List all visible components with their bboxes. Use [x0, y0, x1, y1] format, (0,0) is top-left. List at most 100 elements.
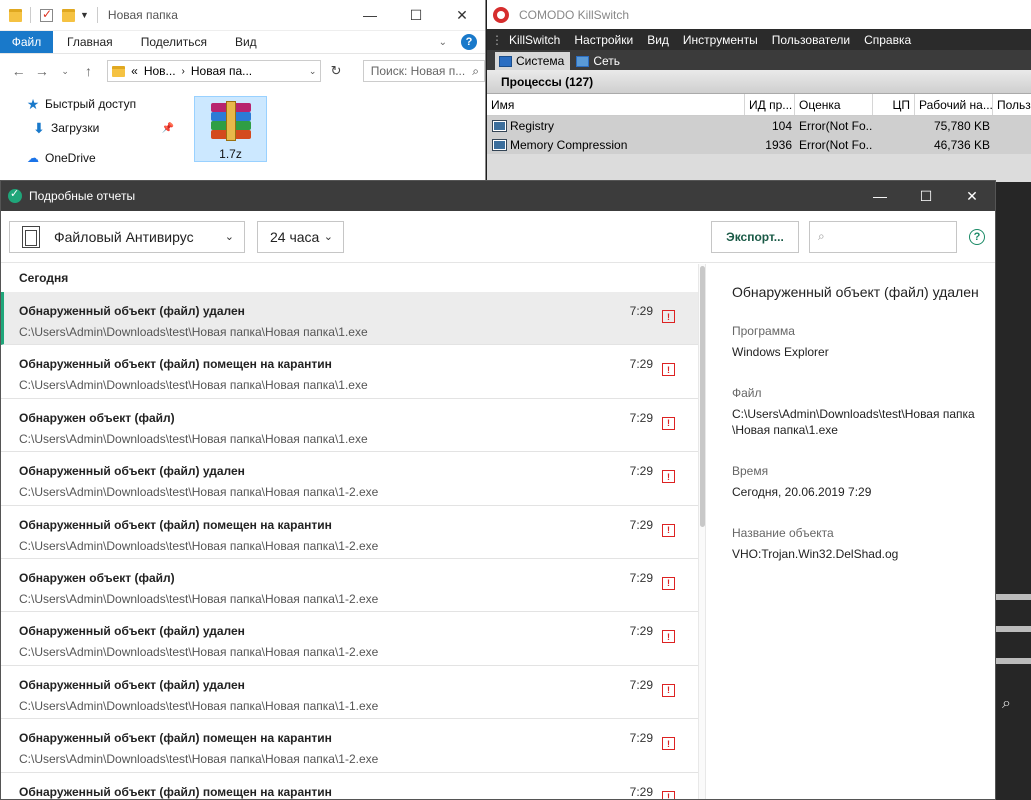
tab-label: Сеть — [593, 54, 621, 68]
close-button[interactable]: ✕ — [949, 181, 995, 211]
event-list: Сегодня Обнаруженный объект (файл) удале… — [1, 264, 698, 799]
refresh-icon[interactable]: ↻ — [327, 63, 344, 79]
menu-item-killswitch[interactable]: KillSwitch — [509, 33, 560, 47]
tab-system[interactable]: Система — [495, 52, 571, 70]
maximize-button[interactable]: ☐ — [903, 181, 949, 211]
process-working-set: 46,736 KB — [933, 137, 990, 152]
back-arrow-icon[interactable]: ← — [10, 63, 27, 79]
menu-item-view[interactable]: Вид — [647, 33, 669, 47]
tab-view[interactable]: Вид — [221, 31, 271, 53]
warning-icon: ! — [662, 790, 675, 799]
list-item[interactable]: Обнаруженный объект (файл) помещен на ка… — [1, 719, 698, 773]
event-detail-pane: Обнаруженный объект (файл) удален Програ… — [707, 264, 995, 799]
tab-network[interactable]: Сеть — [572, 52, 626, 70]
column-user[interactable]: Польз — [993, 94, 1031, 115]
magnifier-icon: ⌕ — [1002, 695, 1011, 712]
list-item[interactable]: Обнаружен объект (файл) C:\Users\Admin\Do… — [1, 559, 698, 613]
list-item[interactable]: Обнаруженный объект (файл) удален C:\User… — [1, 612, 698, 666]
divider — [996, 594, 1031, 600]
tab-home[interactable]: Главная — [53, 31, 127, 53]
nav-item-quick-access[interactable]: ★ Быстрый доступ — [0, 92, 186, 116]
event-time: 7:29 — [629, 410, 653, 425]
menu-item-users[interactable]: Пользователи — [772, 33, 850, 47]
menu-item-settings[interactable]: Настройки — [574, 33, 633, 47]
event-time: 7:29 — [629, 624, 653, 639]
close-button[interactable]: ✕ — [439, 0, 485, 30]
list-item[interactable]: Обнаруженный объект (файл) помещен на ка… — [1, 506, 698, 559]
column-pid[interactable]: ИД пр... — [745, 94, 795, 115]
breadcrumb-separator-icon: › — [181, 65, 185, 77]
properties-icon[interactable] — [40, 7, 53, 22]
reports-titlebar: Подробные отчеты — ☐ ✕ — [1, 181, 995, 211]
pin-icon[interactable]: 📌 — [162, 123, 174, 134]
file-name: 1.7z — [219, 147, 242, 161]
list-item[interactable]: Обнаруженный объект (файл) удален C:\User… — [1, 292, 698, 346]
document-icon — [22, 225, 40, 248]
list-item[interactable]: Обнаруженный объект (файл) помещен на ка… — [1, 773, 698, 799]
menu-item-tools[interactable]: Инструменты — [683, 33, 758, 47]
tab-share[interactable]: Поделиться — [127, 31, 221, 53]
minimize-button[interactable]: — — [347, 0, 393, 30]
divider — [996, 626, 1031, 632]
scrollbar[interactable] — [698, 264, 706, 799]
event-path: C:\Users\Admin\Downloads\test\Новая папк… — [19, 431, 368, 446]
quick-access-dropdown-icon[interactable]: ▼ — [80, 10, 89, 20]
search-input[interactable]: ⌕ — [809, 220, 957, 253]
list-item[interactable]: Обнаруженный объект (файл) удален C:\User… — [1, 666, 698, 720]
warning-icon: ! — [662, 470, 675, 484]
event-title: Обнаруженный объект (файл) удален — [19, 304, 245, 318]
forward-arrow-icon[interactable]: → — [33, 63, 50, 79]
export-button[interactable]: Экспорт... — [711, 220, 799, 253]
up-arrow-icon[interactable]: ↑ — [80, 63, 97, 79]
address-dropdown-icon[interactable]: ⌄ — [309, 66, 321, 77]
monitor-icon — [499, 55, 512, 67]
expand-ribbon-icon[interactable]: ⌄ — [439, 37, 447, 48]
file-item[interactable]: 1.7z — [194, 96, 267, 162]
address-bar[interactable]: « Нов... › Новая па... ⌄ — [107, 60, 322, 82]
search-input[interactable]: Поиск: Новая п... ⌕ — [362, 60, 485, 82]
window-title: Подробные отчеты — [29, 189, 136, 203]
column-rating[interactable]: Оценка — [795, 94, 873, 115]
recent-dropdown-icon[interactable]: ⌄ — [57, 66, 74, 77]
scrollbar-thumb[interactable] — [700, 266, 705, 527]
help-icon[interactable]: ? — [969, 228, 985, 245]
tab-file[interactable]: Файл — [0, 31, 53, 53]
warning-icon: ! — [662, 737, 675, 751]
process-icon — [492, 138, 507, 151]
column-working-set[interactable]: Рабочий на... — [915, 94, 993, 115]
nav-item-downloads[interactable]: ⬇ Загрузки 📌 — [0, 116, 186, 140]
explorer-window: ▼ Новая папка — ☐ ✕ Файл Главная Поделит… — [0, 0, 486, 182]
ribbon-right: ⌄ ? — [439, 31, 485, 53]
warning-icon: ! — [662, 416, 675, 430]
list-item[interactable]: Обнаруженный объект (файл) удален C:\User… — [1, 452, 698, 506]
list-item[interactable]: Обнаруженный объект (файл) помещен на ка… — [1, 345, 698, 399]
table-row[interactable]: Memory Compression 1936 Error(Not Fo... … — [487, 135, 1031, 154]
program-label: Программа — [732, 324, 795, 338]
tab-label: Система — [516, 54, 565, 68]
nav-item-label: OneDrive — [45, 151, 96, 165]
nav-item-onedrive[interactable]: ☁ OneDrive — [0, 146, 186, 170]
cloud-icon: ☁ — [27, 151, 39, 165]
killswitch-window: COMODO KillSwitch ⋮ KillSwitch Настройки… — [487, 0, 1031, 182]
column-cpu[interactable]: ЦП — [873, 94, 915, 115]
chevron-down-icon: ⌄ — [224, 231, 234, 243]
maximize-button[interactable]: ☐ — [393, 0, 439, 30]
minimize-button[interactable]: — — [857, 181, 903, 211]
ribbon-tabs: Файл Главная Поделиться Вид ⌄ ? — [0, 31, 485, 54]
new-folder-icon[interactable] — [62, 8, 75, 22]
kaspersky-shield-icon — [8, 187, 22, 203]
folder-icon — [112, 65, 126, 77]
file-value: C:\Users\Admin\Downloads\test\Новая папк… — [732, 407, 975, 437]
reports-body: Сегодня Обнаруженный объект (файл) удале… — [1, 264, 995, 799]
list-item[interactable]: Обнаружен объект (файл) C:\Users\Admin\Do… — [1, 399, 698, 453]
column-name[interactable]: Имя — [487, 94, 745, 115]
event-time: 7:29 — [629, 304, 653, 318]
help-icon[interactable]: ? — [461, 34, 477, 50]
component-dropdown[interactable]: Файловый Антивирус ⌄ — [9, 220, 245, 253]
event-time: 7:29 — [629, 731, 653, 746]
breadcrumb-1[interactable]: Нов... — [144, 64, 176, 78]
table-row[interactable]: Registry 104 Error(Not Fo... 75,780 KB — [487, 116, 1031, 135]
menu-item-help[interactable]: Справка — [864, 33, 911, 47]
breadcrumb-2[interactable]: Новая па... — [191, 64, 252, 78]
period-dropdown[interactable]: 24 часа ⌄ — [257, 220, 344, 253]
